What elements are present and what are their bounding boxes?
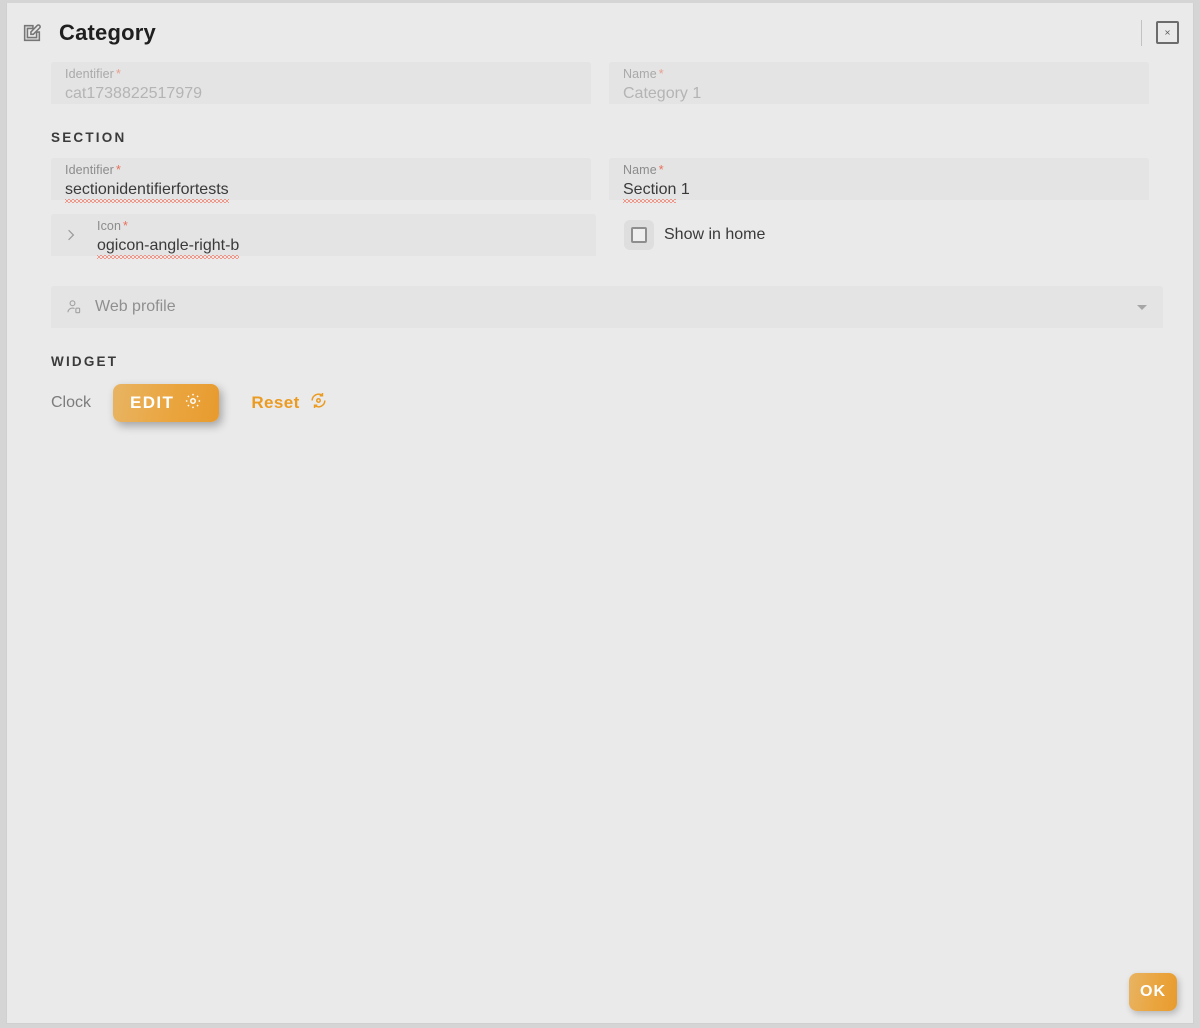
edit-widget-button[interactable]: EDIT <box>113 384 220 422</box>
show-in-home-checkbox[interactable] <box>624 220 654 250</box>
ok-button[interactable]: OK <box>1129 973 1177 1011</box>
dialog-header: Category <box>7 3 1193 62</box>
category-name-field[interactable]: Name * Category 1 <box>609 62 1149 104</box>
widget-row: Clock EDIT Reset <box>51 382 1149 424</box>
restore-icon <box>309 391 328 415</box>
chevron-down-icon <box>1137 304 1147 310</box>
category-name-value: Category 1 <box>623 85 702 102</box>
section-icon-field[interactable]: Icon * ogicon-angle-right-b <box>51 214 596 259</box>
misspelled-text: sectionidentifierfortests <box>65 181 229 203</box>
chevron-right-icon <box>65 214 77 256</box>
gear-icon <box>184 392 202 415</box>
required-marker: * <box>123 219 128 233</box>
page-title: Category <box>59 19 156 45</box>
category-identifier-field[interactable]: Identifier * cat1738822517979 <box>51 62 591 104</box>
section-identifier-label: Identifier * <box>65 163 121 177</box>
section-name-field[interactable]: Name * Section 1 <box>609 158 1149 203</box>
web-profile-placeholder: Web profile <box>95 298 176 315</box>
edit-square-icon <box>19 20 45 46</box>
web-profile-select[interactable]: Web profile <box>51 286 1163 328</box>
category-name-label: Name * <box>623 67 664 81</box>
section-name-value: Section 1 <box>623 179 1135 203</box>
section-name-value-rest: 1 <box>676 181 690 198</box>
section-name-label: Name * <box>623 163 664 177</box>
required-marker: * <box>658 163 664 177</box>
section-icon-value: ogicon-angle-right-b <box>97 235 582 259</box>
category-identifier-label: Identifier * <box>65 67 121 81</box>
section-icon-row: Icon * ogicon-angle-right-b Show in home <box>51 214 1149 259</box>
header-divider <box>1141 19 1142 46</box>
user-profile-icon <box>65 298 83 316</box>
web-profile-row: Web profile <box>51 286 1163 328</box>
misspelled-text: Section <box>623 181 677 203</box>
reset-widget-button[interactable]: Reset <box>251 391 327 415</box>
show-in-home-label: Show in home <box>664 226 766 243</box>
widget-name: Clock <box>51 394 92 411</box>
section-identifier-field[interactable]: Identifier * sectionidentifierfortests <box>51 158 591 203</box>
required-marker: * <box>115 163 121 177</box>
required-marker: * <box>658 67 664 81</box>
header-actions <box>1141 3 1179 62</box>
close-icon <box>1165 30 1170 35</box>
category-dialog: Category Identifier * cat1738822517979 Na… <box>6 3 1194 1024</box>
show-in-home-row[interactable]: Show in home <box>624 214 765 256</box>
dialog-body: Identifier * cat1738822517979 Name * Categ… <box>7 62 1193 424</box>
close-button[interactable] <box>1156 21 1179 44</box>
required-marker: * <box>115 67 121 81</box>
section-identifier-value: sectionidentifierfortests <box>65 179 577 203</box>
misspelled-text: ogicon-angle-right-b <box>97 237 240 259</box>
reset-widget-label: Reset <box>251 393 300 412</box>
category-fields-row: Identifier * cat1738822517979 Name * Categ… <box>51 62 1149 104</box>
category-identifier-value: cat1738822517979 <box>65 85 203 102</box>
checkbox-box-icon <box>631 227 647 243</box>
section-fields-row: Identifier * sectionidentifierfortests Na… <box>51 158 1149 203</box>
widget-heading: WIDGET <box>51 354 119 369</box>
section-heading: SECTION <box>51 130 127 145</box>
section-icon-label: Icon * <box>97 219 128 233</box>
edit-widget-label: EDIT <box>130 393 175 412</box>
